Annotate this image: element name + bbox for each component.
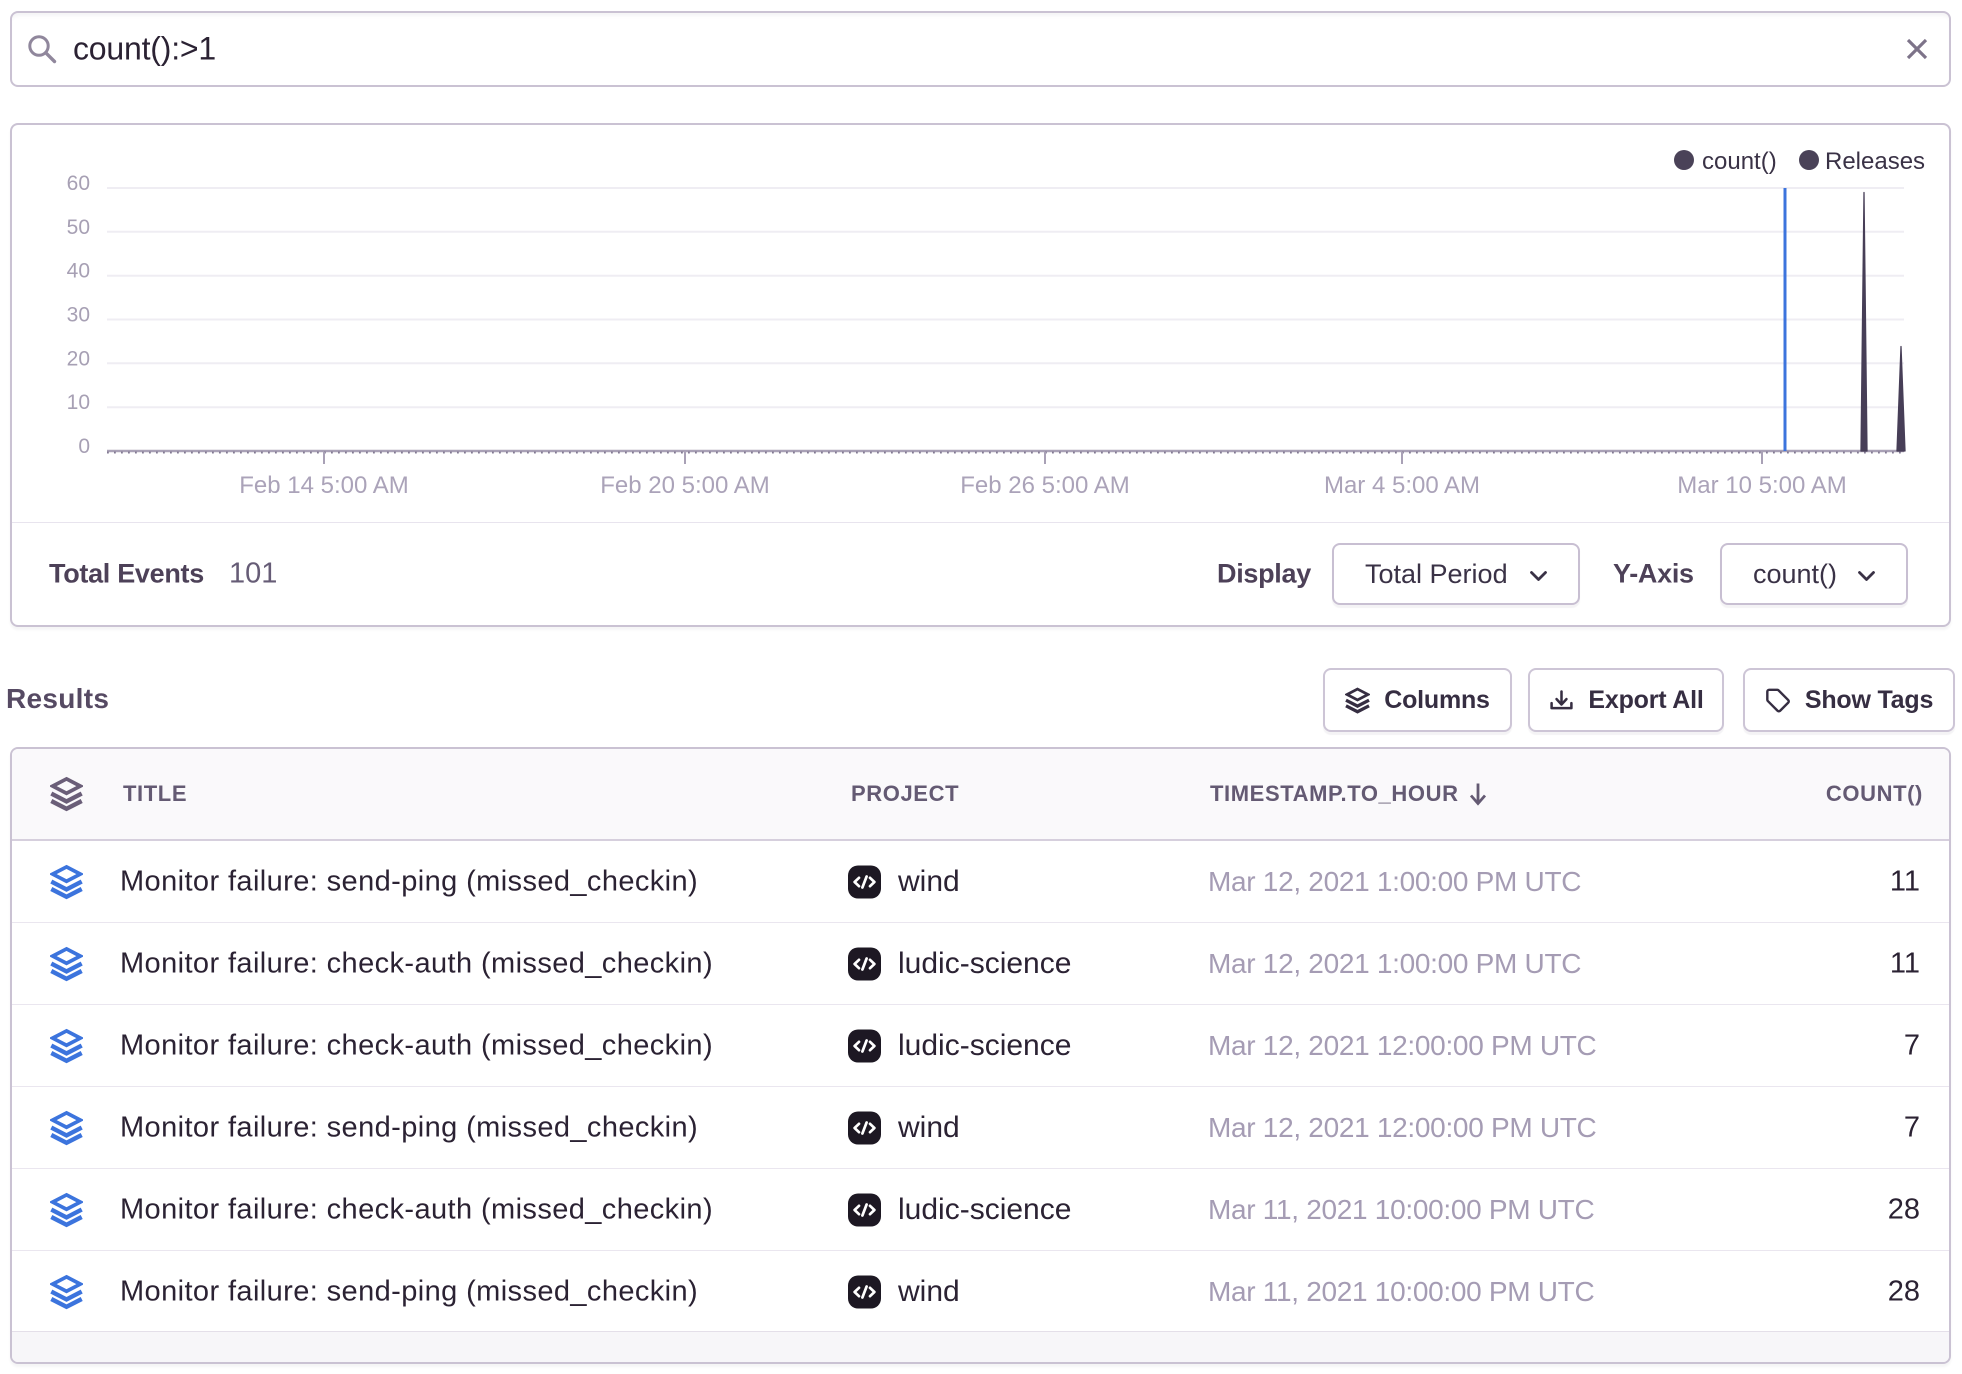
- svg-text:30: 30: [67, 304, 90, 327]
- svg-text:0: 0: [78, 435, 90, 458]
- svg-text:Feb 14 5:00 AM: Feb 14 5:00 AM: [239, 472, 408, 499]
- svg-text:Mar 4 5:00 AM: Mar 4 5:00 AM: [1324, 472, 1480, 499]
- svg-text:40: 40: [67, 260, 90, 283]
- svg-text:Feb 26 5:00 AM: Feb 26 5:00 AM: [960, 472, 1129, 499]
- svg-text:count(): count(): [1702, 148, 1777, 175]
- svg-text:Releases: Releases: [1825, 148, 1925, 175]
- svg-text:60: 60: [67, 172, 90, 195]
- svg-text:20: 20: [67, 347, 90, 370]
- svg-text:50: 50: [67, 216, 90, 239]
- svg-text:Mar 10 5:00 AM: Mar 10 5:00 AM: [1677, 472, 1846, 499]
- svg-text:10: 10: [67, 391, 90, 414]
- svg-text:Feb 20 5:00 AM: Feb 20 5:00 AM: [600, 472, 769, 499]
